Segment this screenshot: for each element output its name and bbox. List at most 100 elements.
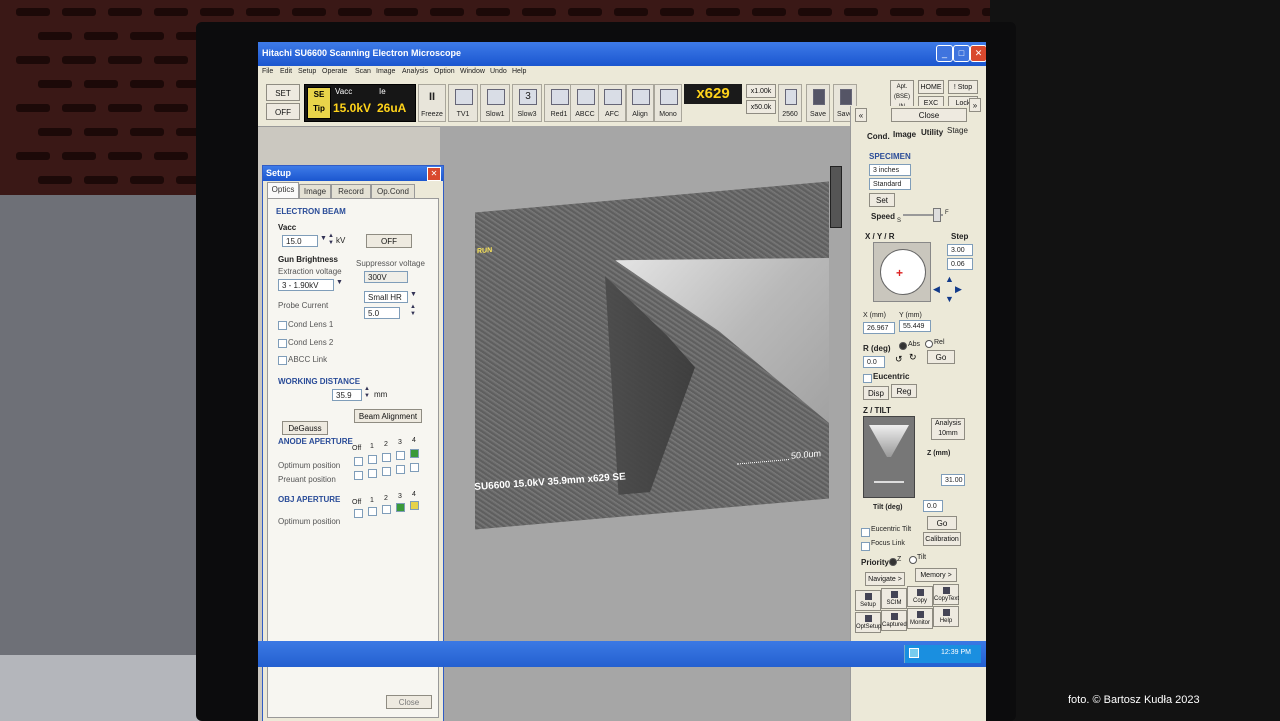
stage-arrow-left-icon[interactable]: ◀ [933,284,940,295]
vacc-field[interactable]: 15.0 [282,235,318,247]
freeze-button[interactable]: II Freeze [418,84,446,122]
probe-spin-icon[interactable]: ▲ ▼ [410,304,416,318]
eucentric-checkbox[interactable] [863,374,872,383]
aperture-option-checkbox[interactable] [354,457,363,466]
y-position-field[interactable]: 55.449 [899,320,931,332]
menu-undo[interactable]: Undo [490,68,507,75]
slow1-button[interactable]: Slow1 [480,84,510,122]
memory-button[interactable]: Memory > [915,568,957,582]
aperture-option-checkbox[interactable] [382,453,391,462]
vacc-spin-icon[interactable]: ▲ ▼ [328,233,334,247]
tool-button-help[interactable]: Help [933,606,959,627]
viewer-scrollbar[interactable] [830,166,842,228]
focus-link-checkbox[interactable] [861,542,870,551]
priority-z-radio[interactable] [889,558,897,566]
panel-expand-button[interactable]: » [969,98,981,112]
home-button[interactable]: HOME [918,80,944,94]
aperture-option-checkbox[interactable] [410,463,419,472]
stage-arrow-up-icon[interactable]: ▲ [945,274,954,284]
abcc-button[interactable]: ABCC [570,84,600,122]
aperture-option-checkbox[interactable] [382,505,391,514]
tab-cond[interactable]: Cond. [867,132,890,141]
aperture-option-checkbox[interactable] [410,449,419,458]
cond-lens-2-checkbox[interactable] [278,339,287,348]
tool-button-copytext[interactable]: CopyText [933,584,959,605]
tool-button-captured[interactable]: Captured [881,610,907,631]
eucentric-tilt-checkbox[interactable] [861,528,870,537]
menu-scan[interactable]: Scan [355,68,371,75]
panel-collapse-button[interactable]: « [855,108,867,122]
afc-button[interactable]: AFC [598,84,626,122]
resolution-button[interactable]: 2560 [778,84,802,122]
rel-radio[interactable] [925,340,933,348]
vacc-dropdown-icon[interactable]: ▼ [320,235,327,242]
menu-option[interactable]: Option [434,68,455,75]
slow3-button[interactable]: 3 Slow3 [512,84,542,122]
maximize-icon[interactable]: □ [953,45,970,62]
aperture-option-checkbox[interactable] [368,507,377,516]
aperture-option-checkbox[interactable] [382,467,391,476]
extraction-dropdown-icon[interactable]: ▼ [336,279,343,286]
reg-button[interactable]: Reg [891,384,917,398]
probe-current-field[interactable]: 5.0 [364,307,400,319]
probe-mode-dropdown-icon[interactable]: ▼ [410,291,417,298]
stop-button[interactable]: ! Stop [948,80,978,94]
working-distance-field[interactable]: 35.9 [332,389,362,401]
stage-arrow-down-icon[interactable]: ▼ [945,294,954,304]
set-button[interactable]: SET [266,84,300,101]
stage-arrow-right-icon[interactable]: ▶ [955,284,962,295]
aperture-option-checkbox[interactable] [354,509,363,518]
calibration-button[interactable]: Calibration [923,532,961,546]
menu-window[interactable]: Window [460,68,485,75]
disp-button[interactable]: Disp [863,386,889,400]
analysis-button[interactable]: Analysis 10mm [931,418,965,440]
tv1-button[interactable]: TV1 [448,84,478,122]
priority-tilt-radio[interactable] [909,556,917,564]
menu-operate[interactable]: Operate [322,68,347,75]
stage-position-map[interactable]: + [873,242,931,302]
specimen-set-button[interactable]: Set [869,193,895,207]
setup-close-icon[interactable]: ✕ [427,167,441,181]
step-y-field[interactable]: 0.06 [947,258,973,270]
save-button-1[interactable]: Save [806,84,830,122]
tool-button-copy[interactable]: Copy [907,586,933,607]
rotate-ccw-icon[interactable]: ↺ [895,354,903,365]
tab-utility[interactable]: Utility [921,128,943,137]
tilt-go-button[interactable]: Go [927,516,957,530]
wd-spin-icon[interactable]: ▲ ▼ [364,386,370,400]
tab-optics[interactable]: Optics [267,182,299,198]
aperture-option-checkbox[interactable] [396,451,405,460]
specimen-holder-field[interactable]: Standard [869,178,911,190]
aperture-option-checkbox[interactable] [368,455,377,464]
close-icon[interactable]: ✕ [970,45,986,62]
setup-close-button[interactable]: Close [386,695,432,709]
off-button[interactable]: OFF [266,103,300,120]
menu-setup[interactable]: Setup [298,68,316,75]
x-position-field[interactable]: 26.967 [863,322,895,334]
tool-button-optsetup[interactable]: OptSetup [855,612,881,633]
rotate-cw-icon[interactable]: ↻ [909,352,917,363]
abs-radio[interactable] [899,342,907,350]
beam-alignment-button[interactable]: Beam Alignment [354,409,422,423]
specimen-size-field[interactable]: 3 inches [869,164,911,176]
extraction-voltage-select[interactable]: 3 - 1.90kV [278,279,334,291]
beam-off-button[interactable]: OFF [366,234,412,248]
aperture-option-checkbox[interactable] [396,465,405,474]
aperture-option-checkbox[interactable] [354,471,363,480]
mag-x50k-button[interactable]: x50.0k [746,100,776,114]
tab-stage[interactable]: Stage [947,126,968,135]
degauss-button[interactable]: DeGauss [282,421,328,435]
tool-button-monitor[interactable]: Monitor [907,608,933,629]
cond-lens-1-checkbox[interactable] [278,321,287,330]
tab-record[interactable]: Record [331,184,371,198]
r-go-button[interactable]: Go [927,350,955,364]
tab-image-panel[interactable]: Image [893,130,916,139]
aperture-option-checkbox[interactable] [410,501,419,510]
menu-image[interactable]: Image [376,68,395,75]
panel-close-button[interactable]: Close [891,108,967,122]
abcc-link-checkbox[interactable] [278,356,287,365]
menu-edit[interactable]: Edit [280,68,292,75]
menu-file[interactable]: File [262,68,273,75]
tool-button-setup[interactable]: Setup [855,590,881,611]
align-button[interactable]: Align [626,84,654,122]
